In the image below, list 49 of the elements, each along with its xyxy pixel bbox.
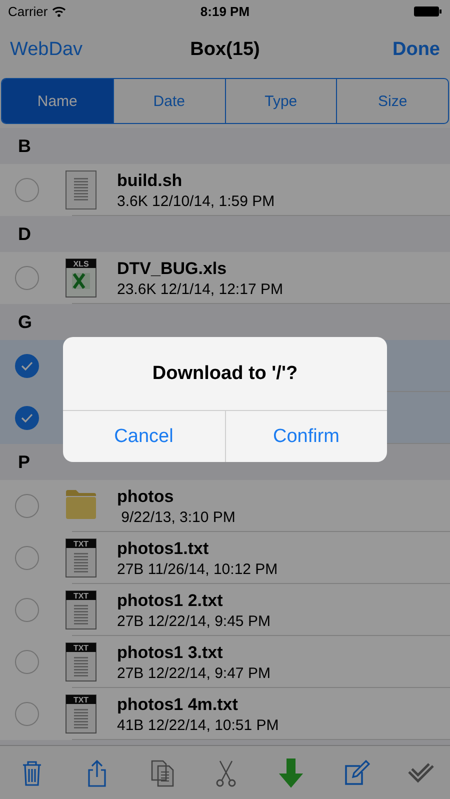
section-letter: D: [18, 224, 31, 244]
file-name: photos1 3.txt: [117, 642, 224, 662]
file-name: photos1 4m.txt: [117, 694, 239, 714]
wifi-icon: [52, 6, 66, 16]
text-file-icon: TXT: [65, 538, 97, 578]
document-icon: [65, 170, 97, 210]
file-details: 27B 12/22/14, 9:45 PM: [117, 612, 270, 630]
download-arrow-button[interactable]: [277, 758, 306, 788]
select-circle[interactable]: [15, 406, 39, 430]
text-file-icon: TXT: [65, 590, 97, 630]
done-button[interactable]: Done: [392, 39, 440, 61]
sort-tab[interactable]: Type: [224, 79, 336, 123]
file-name: build.sh: [117, 170, 184, 190]
file-details: 23.6K 12/1/14, 12:17 PM: [117, 280, 283, 298]
select-circle[interactable]: [15, 650, 39, 674]
nav-title: Box(15): [190, 39, 260, 61]
alert-title: Download to '/'?: [152, 362, 298, 384]
sort-tab[interactable]: Name: [2, 79, 113, 123]
select-circle[interactable]: [15, 354, 39, 378]
carrier-label: Carrier: [8, 4, 48, 18]
file-name: photos1.txt: [117, 538, 210, 558]
select-circle[interactable]: [15, 702, 39, 726]
text-file-icon: TXT: [65, 642, 97, 682]
back-button[interactable]: WebDav: [10, 39, 83, 61]
cancel-button[interactable]: Cancel: [63, 411, 224, 462]
file-details: 27B 11/26/14, 10:12 PM: [117, 560, 278, 578]
file-details: 3.6K 12/10/14, 1:59 PM: [117, 192, 275, 210]
section-letter: B: [18, 136, 31, 156]
select-circle[interactable]: [15, 494, 39, 518]
battery-icon: [414, 6, 442, 16]
file-name: photos1 2.txt: [117, 590, 224, 610]
confirm-button[interactable]: Confirm: [224, 411, 387, 462]
edit-button[interactable]: [342, 758, 370, 788]
sort-tab[interactable]: Size: [336, 79, 448, 123]
status-time: 8:19 PM: [200, 4, 250, 18]
sort-tab[interactable]: Date: [112, 79, 224, 123]
file-name: DTV_BUG.xls: [117, 258, 228, 278]
file-name: photos: [117, 486, 175, 506]
file-details: 27B 12/22/14, 9:47 PM: [117, 664, 270, 682]
select-circle[interactable]: [15, 178, 39, 202]
select-circle[interactable]: [15, 266, 39, 290]
select-circle[interactable]: [15, 598, 39, 622]
spreadsheet-icon: XLS: [65, 258, 97, 298]
select-circle[interactable]: [15, 546, 39, 570]
file-details: 41B 12/22/14, 10:51 PM: [117, 716, 279, 734]
text-file-icon: TXT: [65, 694, 97, 734]
file-details: 9/22/13, 3:10 PM: [120, 508, 236, 526]
section-letter: P: [18, 452, 30, 472]
section-letter: G: [18, 312, 32, 332]
